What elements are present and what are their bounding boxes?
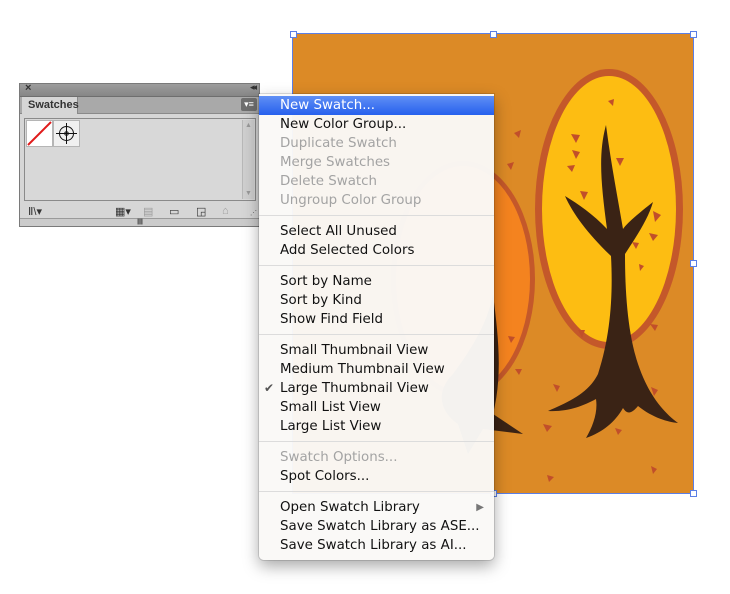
swatch-libraries-menu-icon[interactable]: Ⅱ\▾ — [28, 205, 42, 218]
menu-item-label: Small List View — [280, 400, 381, 415]
swatch-options-icon[interactable]: ▤ — [143, 205, 153, 218]
selection-handle-middle-right[interactable] — [690, 260, 697, 267]
delete-swatch-icon[interactable]: ⌂ — [222, 205, 229, 217]
panel-titlebar[interactable]: × ◂◂ — [20, 82, 259, 97]
menu-item-label: Sort by Kind — [280, 293, 362, 308]
menu-item-label: New Swatch... — [280, 98, 375, 113]
swatches-panel-menu: New Swatch... New Color Group... Duplicate… — [259, 94, 494, 560]
menu-item-label: New Color Group... — [280, 117, 407, 132]
submenu-arrow-icon: ▶ — [476, 502, 484, 513]
menu-item-label: Medium Thumbnail View — [280, 362, 445, 377]
none-swatch[interactable] — [26, 120, 53, 147]
show-swatch-kinds-icon[interactable]: ▦▾ — [115, 205, 131, 218]
menu-item-large-thumbnail-view[interactable]: ✔ Large Thumbnail View — [259, 379, 494, 398]
registration-target-icon — [56, 123, 77, 144]
menu-item-label: Sort by Name — [280, 274, 372, 289]
close-icon[interactable]: × — [25, 82, 31, 94]
menu-item-large-list-view[interactable]: Large List View — [259, 417, 494, 436]
menu-item-ungroup-color-group[interactable]: Ungroup Color Group — [259, 191, 494, 210]
swatch-scrollbar[interactable]: ▲ ▼ — [242, 120, 254, 199]
menu-item-delete-swatch[interactable]: Delete Swatch — [259, 172, 494, 191]
selection-handle-bottom-right[interactable] — [690, 490, 697, 497]
selection-handle-top-center[interactable] — [490, 31, 497, 38]
menu-item-label: Save Swatch Library as AI... — [280, 538, 467, 553]
menu-item-label: Show Find Field — [280, 312, 383, 327]
menu-item-duplicate-swatch[interactable]: Duplicate Swatch — [259, 134, 494, 153]
none-swatch-icon — [27, 121, 52, 146]
menu-item-label: Delete Swatch — [280, 174, 378, 189]
menu-item-show-find-field[interactable]: Show Find Field — [259, 310, 494, 329]
menu-separator — [259, 265, 494, 266]
tab-swatches[interactable]: Swatches — [22, 97, 79, 114]
menu-item-merge-swatches[interactable]: Merge Swatches — [259, 153, 494, 172]
menu-item-label: Save Swatch Library as ASE... — [280, 519, 480, 534]
menu-item-label: Ungroup Color Group — [280, 193, 422, 208]
menu-item-new-swatch[interactable]: New Swatch... — [259, 96, 494, 115]
menu-item-label: Large Thumbnail View — [280, 381, 429, 396]
swatch-list: ▲ ▼ — [24, 118, 256, 201]
menu-separator — [259, 491, 494, 492]
menu-separator — [259, 215, 494, 216]
registration-swatch[interactable] — [53, 120, 80, 147]
menu-item-small-list-view[interactable]: Small List View — [259, 398, 494, 417]
panel-menu-icon[interactable]: ▾≡ — [241, 98, 257, 111]
menu-item-select-all-unused[interactable]: Select All Unused — [259, 222, 494, 241]
new-swatch-icon[interactable]: ◲ — [196, 205, 206, 218]
menu-item-label: Swatch Options... — [280, 450, 398, 465]
swatches-panel: × ◂◂ Swatches ▾≡ ▲ ▼ Ⅱ\▾ ▦▾ ▤ ▭ ◲ ⌂ ⋰ || — [19, 82, 260, 227]
menu-item-add-selected-colors[interactable]: Add Selected Colors — [259, 241, 494, 260]
menu-separator — [259, 334, 494, 335]
menu-item-sort-by-name[interactable]: Sort by Name — [259, 272, 494, 291]
menu-item-small-thumbnail-view[interactable]: Small Thumbnail View — [259, 341, 494, 360]
menu-item-label: Select All Unused — [280, 224, 397, 239]
menu-item-label: Add Selected Colors — [280, 243, 415, 258]
menu-item-spot-colors[interactable]: Spot Colors... — [259, 467, 494, 486]
menu-item-open-swatch-library[interactable]: Open Swatch Library ▶ — [259, 498, 494, 517]
resize-grip-icon[interactable]: ⋰ — [250, 209, 257, 217]
menu-item-label: Small Thumbnail View — [280, 343, 429, 358]
menu-item-swatch-options[interactable]: Swatch Options... — [259, 448, 494, 467]
panel-footer: Ⅱ\▾ ▦▾ ▤ ▭ ◲ ⌂ — [20, 203, 259, 219]
menu-separator — [259, 441, 494, 442]
selection-handle-top-left[interactable] — [290, 31, 297, 38]
collapse-icon[interactable]: ◂◂ — [250, 82, 257, 93]
new-color-group-icon[interactable]: ▭ — [169, 205, 179, 218]
menu-item-new-color-group[interactable]: New Color Group... — [259, 115, 494, 134]
menu-item-save-swatch-library-as-ase[interactable]: Save Swatch Library as ASE... — [259, 517, 494, 536]
menu-item-save-swatch-library-as-ai[interactable]: Save Swatch Library as AI... — [259, 536, 494, 555]
menu-item-sort-by-kind[interactable]: Sort by Kind — [259, 291, 494, 310]
scroll-down-icon[interactable]: ▼ — [245, 190, 252, 197]
menu-item-label: Spot Colors... — [280, 469, 370, 484]
menu-item-medium-thumbnail-view[interactable]: Medium Thumbnail View — [259, 360, 494, 379]
checkmark-icon: ✔ — [264, 381, 275, 395]
panel-drag-grip[interactable]: ||||||||| — [20, 218, 259, 226]
selection-handle-top-right[interactable] — [690, 31, 697, 38]
panel-tab-row: Swatches ▾≡ — [20, 97, 259, 114]
menu-item-label: Large List View — [280, 419, 382, 434]
scroll-up-icon[interactable]: ▲ — [245, 122, 252, 129]
menu-item-label: Merge Swatches — [280, 155, 391, 170]
menu-item-label: Open Swatch Library — [280, 500, 420, 515]
menu-item-label: Duplicate Swatch — [280, 136, 397, 151]
